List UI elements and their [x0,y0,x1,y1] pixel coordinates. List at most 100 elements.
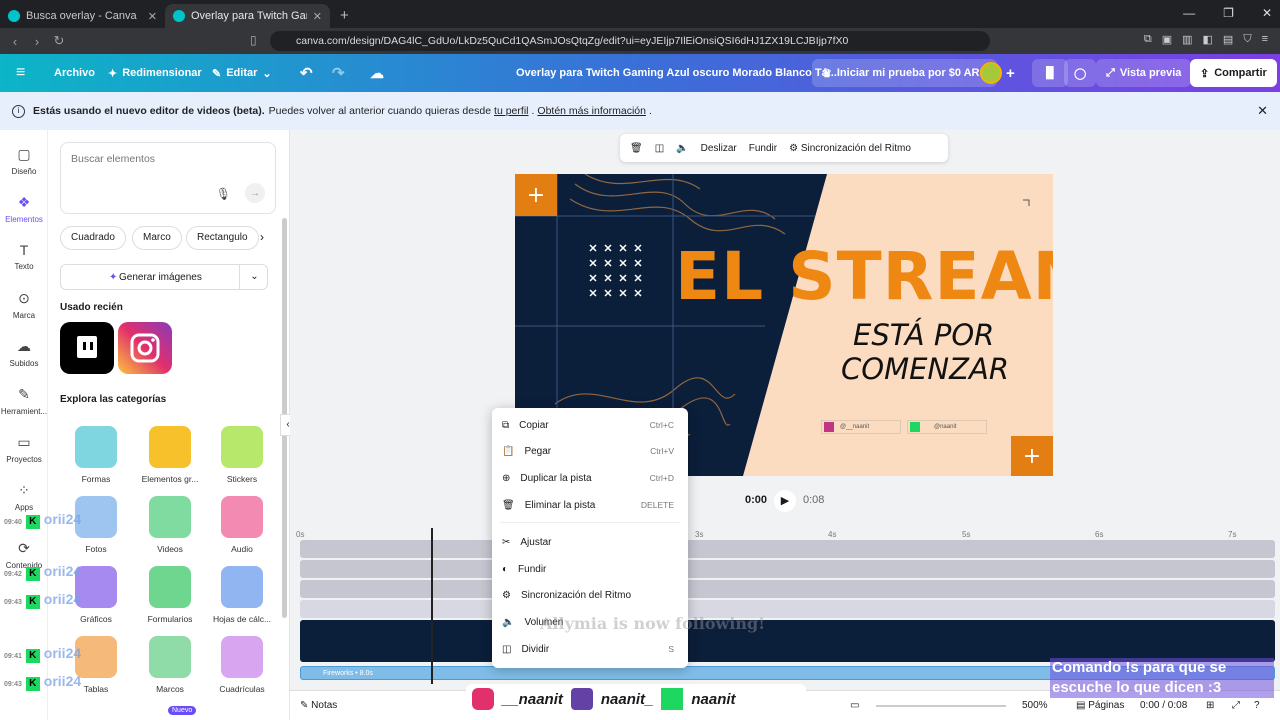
canvas-instagram-handle[interactable]: @__naanit [821,420,901,434]
menu-item-dividir[interactable]: ◫ Dividir S [492,636,688,662]
canvas-kick-handle[interactable]: @naanit [907,420,987,434]
deslizar-button[interactable]: Deslizar [701,143,737,154]
beat-sync-button[interactable]: ⚙ Sincronización del Ritmo [789,143,911,154]
generate-images-button[interactable]: ✦ Generar imágenes ⌄ [60,264,268,290]
instagram-logo-sticker[interactable] [118,322,172,374]
timeline-track[interactable] [300,580,1275,598]
chevron-down-icon[interactable]: ⌄ [239,265,269,289]
maximize-icon[interactable]: ❐ [1223,6,1234,20]
browser-tab[interactable]: Busca overlay - Canva ✕ [0,4,165,28]
url-field[interactable]: canva.com/design/DAG4lC_GdUo/LkDz5QuCd1Q… [270,31,990,51]
chevron-right-icon[interactable]: › [260,230,264,244]
insights-icon[interactable]: ▐▌ [1032,59,1068,87]
close-icon[interactable]: ✕ [1257,103,1268,119]
new-badge: Nuevo [168,706,197,715]
play-button[interactable]: ▶ [774,490,796,512]
rail-item-diseno[interactable]: ▢ Diseño [0,146,48,176]
split-icon: ◫ [502,643,512,655]
scissors-icon: ✂ [502,536,511,548]
close-icon[interactable]: ✕ [313,10,322,23]
bookmark-icon[interactable]: ▯ [250,33,257,47]
canvas-title-text[interactable]: EL STREAM [675,238,1053,315]
microphone-icon[interactable]: 🎙 [216,187,231,201]
reload-icon[interactable]: ↻ [48,33,70,49]
menu-item-pegar[interactable]: 📋 Pegar Ctrl+V [492,438,688,464]
forward-icon[interactable]: › [26,34,48,49]
menu-item-sync[interactable]: ⚙ Sincronización del Ritmo [492,582,688,608]
redo-icon[interactable]: ↷ [332,54,345,92]
menu-item-fundir[interactable]: ◐ Fundir [492,556,688,582]
banner-bold-text: Estás usando el nuevo editor de videos (… [33,105,265,117]
close-icon[interactable]: ✕ [148,10,157,23]
trash-icon[interactable]: 🗑 [630,143,643,154]
arrow-right-icon[interactable]: → [245,183,265,203]
document-title[interactable]: Overlay para Twitch Gaming Azul oscuro M… [516,54,837,92]
menu-item-ajustar[interactable]: ✂ Ajustar [492,529,688,555]
rail-item-elementos[interactable]: ❖ Elementos [0,194,48,224]
chip-marco[interactable]: Marco [132,226,182,250]
comment-icon[interactable]: ◯ [1064,59,1097,87]
banner-profile-link[interactable]: tu perfil [494,105,528,117]
archivo-button[interactable]: Archivo [54,54,95,92]
brand-icon: ⊙ [18,290,30,306]
extension-icon[interactable]: ⧉ [1144,33,1152,46]
timeline-view-icon[interactable]: ▭ [850,700,859,711]
menu-item-duplicar[interactable]: ⊕ Duplicar la pista Ctrl+D [492,465,688,491]
notes-button[interactable]: ✎ Notas [300,700,337,711]
rail-item-subidos[interactable]: ☁ Subidos [0,338,48,368]
rail-item-texto[interactable]: T Texto [0,242,48,271]
twitch-logo-sticker[interactable] [60,322,114,374]
bookmarks-icon[interactable]: ▥ [1182,33,1192,46]
playhead[interactable] [431,528,433,684]
pages-button[interactable]: ▤ Páginas [1076,700,1124,711]
rail-item-proyectos[interactable]: ▭ Proyectos [0,434,48,464]
banner-more-info-link[interactable]: Obtén más información [537,105,646,117]
timeline-track[interactable] [300,560,1275,578]
category-tile[interactable]: Elementos gr... [140,426,200,484]
category-tile[interactable]: Formas [66,426,126,484]
volume-icon[interactable]: 🔈 [676,143,688,154]
browser-tab-active[interactable]: Overlay para Twitch Gaming Azu ✕ [165,4,330,28]
avatar[interactable] [980,62,1002,84]
zoom-slider[interactable] [876,705,1006,707]
hamburger-icon[interactable]: ≡ [16,54,25,92]
redimensionar-button[interactable]: ✦ Redimensionar [108,54,202,92]
canvas-subtitle-line1[interactable]: ESTÁ POR [853,318,994,352]
search-input[interactable]: Buscar elementos 🎙 → [60,142,276,214]
wallet-icon[interactable]: ▤ [1223,33,1233,46]
canvas-subtitle-line2[interactable]: COMENZAR [841,352,1009,386]
rail-item-marca[interactable]: ⊙ Marca [0,290,48,320]
timeline-track[interactable] [300,540,1275,558]
shield-icon[interactable]: ⛉ [1243,33,1251,46]
chip-rectangulo[interactable]: Rectangulo [186,226,259,250]
video-track[interactable] [300,620,1275,662]
cloud-save-icon[interactable]: ☁ [370,54,384,92]
chip-cuadrado[interactable]: Cuadrado [60,226,126,250]
zoom-level[interactable]: 500% [1022,700,1048,711]
trial-button[interactable]: ♛ Iniciar mi prueba por $0 ARS [812,59,997,87]
menu-item-eliminar[interactable]: 🗑 Eliminar la pista DELETE [492,492,688,518]
extension-icon[interactable]: ▣ [1162,33,1172,46]
grid-view-icon[interactable]: ⊞ [1206,700,1214,711]
timeline-track[interactable] [300,600,1275,618]
undo-icon[interactable]: ↶ [300,54,313,92]
split-icon[interactable]: ◫ [655,143,664,154]
sidebar-icon[interactable]: ◧ [1203,33,1213,46]
menu-icon[interactable]: ≡ [1262,33,1268,46]
editar-button[interactable]: ✎ Editar ⌄ [212,54,272,92]
menu-item-copiar[interactable]: ⧉ Copiar Ctrl+C [492,412,688,438]
help-icon[interactable]: ? [1254,700,1260,711]
copy-icon: ⧉ [502,419,510,431]
vista-previa-button[interactable]: ⤢ Vista previa [1096,59,1192,87]
minimize-icon[interactable]: — [1183,6,1195,20]
compartir-button[interactable]: ⇪ Compartir [1190,59,1277,87]
rail-item-herramientas[interactable]: ✎ Herramient... [0,386,48,416]
new-tab-icon[interactable]: + [330,7,359,28]
fullscreen-icon[interactable]: ⤢ [1232,700,1240,711]
duplicate-icon: ⊕ [502,472,511,484]
add-collaborator-icon[interactable]: + [1006,54,1015,92]
fundir-button[interactable]: Fundir [749,143,777,154]
back-icon[interactable]: ‹ [4,34,26,49]
category-tile[interactable]: Stickers [212,426,272,484]
close-window-icon[interactable]: ✕ [1262,6,1272,20]
